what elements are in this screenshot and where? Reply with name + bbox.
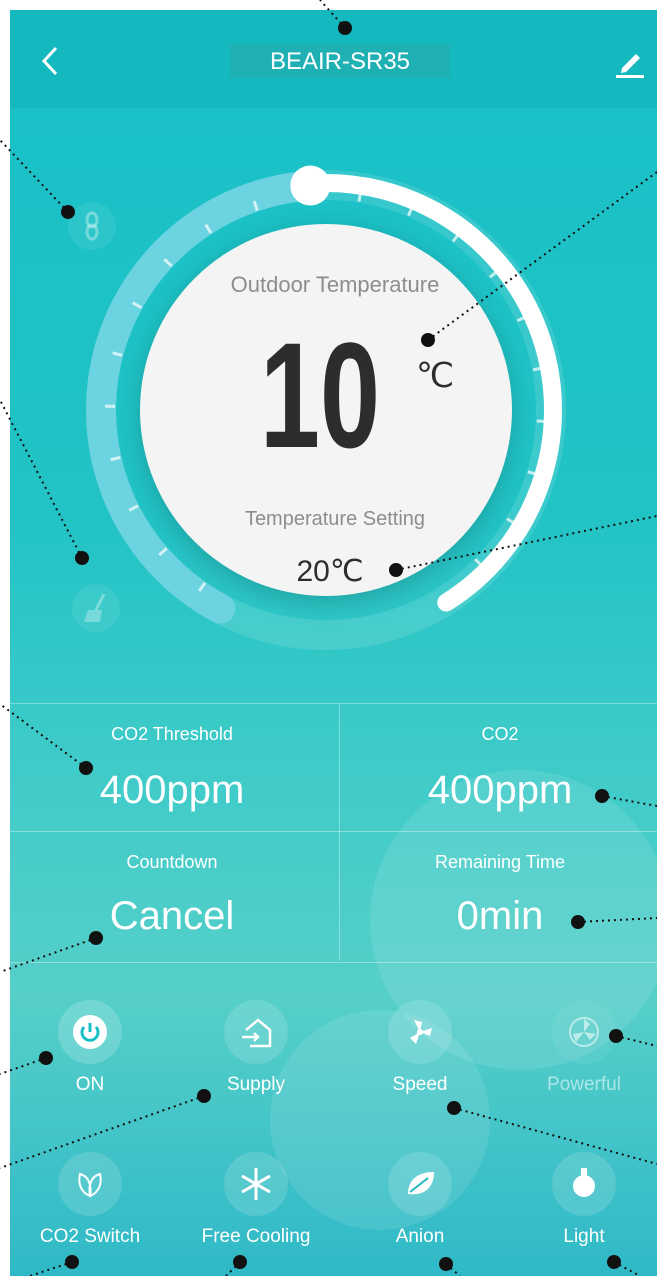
- annotation-leaders: [0, 0, 657, 1276]
